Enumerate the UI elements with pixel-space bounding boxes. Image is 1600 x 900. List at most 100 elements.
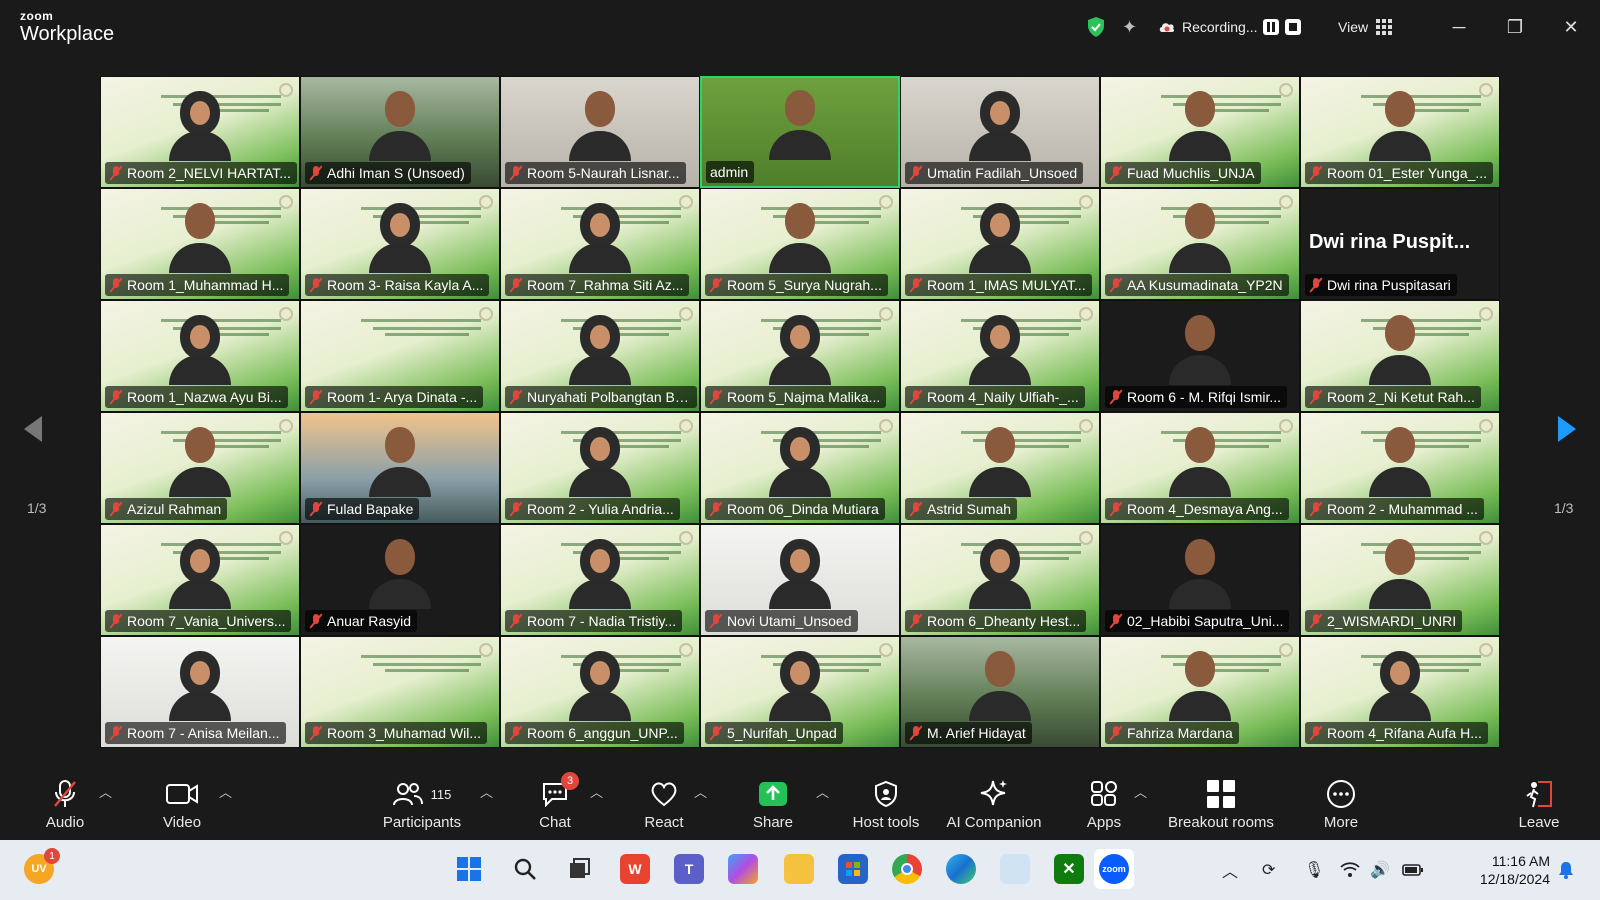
minimize-button[interactable]: ─ [1432,0,1486,54]
sync-icon[interactable]: ⟳ [1262,840,1275,900]
participant-tile[interactable]: Room 6_Dheanty Hest... [900,524,1100,636]
participant-tile[interactable]: Nuryahati Polbangtan Bo... [500,300,700,412]
participant-tile[interactable]: Room 1_IMAS MULYAT... [900,188,1100,300]
view-menu[interactable]: View [1338,0,1393,54]
react-button[interactable]: React [634,768,694,840]
volume-icon[interactable]: 🔊 [1370,840,1390,900]
participant-tile[interactable]: Room 2 - Yulia Andria... [500,412,700,524]
participant-tile[interactable]: Room 7 - Nadia Tristiy... [500,524,700,636]
participant-tile[interactable]: Anuar Rasyid [300,524,500,636]
participant-tile[interactable]: Fuad Muchlis_UNJA [1100,76,1300,188]
ai-companion-button[interactable]: AI Companion [942,768,1046,840]
windows-start-icon[interactable] [454,854,484,884]
weather-widget-icon[interactable]: UV 1 [24,848,60,884]
participant-tile[interactable]: Umatin Fadilah_Unsoed [900,76,1100,188]
participants-button[interactable]: 115 Participants [366,768,478,840]
participant-tile[interactable]: Room 5-Naurah Lisnar... [500,76,700,188]
participant-tile[interactable]: Room 2 - Muhammad ... [1300,412,1500,524]
participant-tile[interactable]: M. Arief Hidayat [900,636,1100,748]
participant-tile[interactable]: Room 01_Ester Yunga_... [1300,76,1500,188]
participant-tile[interactable]: 5_Nurifah_Unpad [700,636,900,748]
next-page-arrow-icon[interactable] [1556,414,1578,444]
chat-button[interactable]: 3 Chat [530,768,580,840]
participant-tile[interactable]: Fahriza Mardana [1100,636,1300,748]
participant-tile[interactable]: Room 4_Desmaya Ang... [1100,412,1300,524]
stop-recording-button[interactable] [1285,19,1302,35]
participant-name: M. Arief Hidayat [927,725,1026,741]
participant-name: Room 5_Najma Malika... [727,389,881,405]
participant-tile[interactable]: Room 6_anggun_UNP... [500,636,700,748]
participant-tile[interactable]: Room 7_Vania_Univers... [100,524,300,636]
participant-tile[interactable]: AA Kusumadinata_YP2N [1100,188,1300,300]
participant-tile[interactable]: Room 5_Najma Malika... [700,300,900,412]
file-explorer-icon[interactable] [784,854,814,884]
participant-tile[interactable]: Room 2_Ni Ketut Rah... [1300,300,1500,412]
task-view-icon[interactable] [564,854,594,884]
copilot-icon[interactable] [728,854,758,884]
recording-indicator[interactable]: Recording... [1158,0,1302,54]
audio-button[interactable]: Audio [38,768,92,840]
photos-app-icon[interactable] [1000,854,1030,884]
apps-options-caret-icon[interactable]: ︿ [1134,782,1147,801]
participant-tile[interactable]: Azizul Rahman [100,412,300,524]
chrome-icon[interactable] [892,854,922,884]
chat-options-caret-icon[interactable]: ︿ [590,782,603,801]
teams-icon[interactable]: T [674,854,704,884]
participant-tile[interactable]: admin [700,76,900,188]
breakout-rooms-button[interactable]: Breakout rooms [1162,768,1280,840]
share-button[interactable]: Share [748,768,798,840]
participant-tile[interactable]: Dwi rina Puspit... Dwi rina Puspitasari [1300,188,1500,300]
video-button[interactable]: Video [152,768,212,840]
participant-tile[interactable]: Room 3_Muhamad Wil... [300,636,500,748]
participant-tile[interactable]: Room 5_Surya Nugrah... [700,188,900,300]
participant-tile[interactable]: Room 1- Arya Dinata -... [300,300,500,412]
participant-tile[interactable]: Room 06_Dinda Mutiara [700,412,900,524]
pause-recording-button[interactable] [1263,19,1280,35]
system-clock[interactable]: 11:16 AM 12/18/2024 [1464,852,1550,888]
react-options-caret-icon[interactable]: ︿ [694,782,707,801]
participant-tile[interactable]: Fulad Bapake [300,412,500,524]
restore-button[interactable]: ❐ [1488,0,1542,54]
close-button[interactable]: ✕ [1544,0,1598,54]
host-tools-button[interactable]: Host tools [846,768,926,840]
ai-sparkle-icon[interactable]: ✦ [1122,0,1144,54]
wifi-icon[interactable] [1340,840,1360,900]
zoom-taskbar-icon[interactable]: zoom [1094,849,1134,889]
participant-tile[interactable]: Room 6 - M. Rifqi Ismir... [1100,300,1300,412]
participant-tile[interactable]: Adhi Iman S (Unsoed) [300,76,500,188]
participant-tile[interactable]: 02_Habibi Saputra_Uni... [1100,524,1300,636]
participant-tile[interactable]: Room 2_NELVI HARTAT... [100,76,300,188]
more-button[interactable]: More [1316,768,1366,840]
xbox-icon[interactable]: ✕ [1054,854,1084,884]
participant-name: Room 1_Muhammad H... [127,277,284,293]
encryption-shield-icon[interactable] [1086,0,1108,54]
participant-tile[interactable]: Room 1_Muhammad H... [100,188,300,300]
participant-tile[interactable]: Room 7_Rahma Siti Az... [500,188,700,300]
host-tools-label: Host tools [852,814,920,831]
audio-options-caret-icon[interactable]: ︿ [99,782,112,801]
participant-tile[interactable]: 2_WISMARDI_UNRI [1300,524,1500,636]
video-options-caret-icon[interactable]: ︿ [219,782,232,801]
participant-tile[interactable]: Room 4_Naily Ulfiah-_... [900,300,1100,412]
participant-tile[interactable]: Room 1_Nazwa Ayu Bi... [100,300,300,412]
share-options-caret-icon[interactable]: ︿ [816,782,829,801]
notification-bell-icon[interactable] [1558,840,1574,900]
participant-video [169,201,231,273]
participant-tile[interactable]: Astrid Sumah [900,412,1100,524]
previous-page-arrow-icon[interactable] [22,414,44,444]
wps-office-icon[interactable]: W [620,854,650,884]
participant-tile[interactable]: Novi Utami_Unsoed [700,524,900,636]
battery-icon[interactable] [1402,840,1424,900]
participant-tile[interactable]: Room 4_Rifana Aufa H... [1300,636,1500,748]
participants-options-caret-icon[interactable]: ︿ [480,782,493,801]
microphone-tray-icon[interactable]: 🎙 [1304,840,1324,900]
microsoft-store-icon[interactable] [838,854,868,884]
participant-video [369,201,431,273]
search-icon[interactable] [510,854,540,884]
participant-tile[interactable]: Room 7 - Anisa Meilan... [100,636,300,748]
edge-icon[interactable] [946,854,976,884]
leave-button[interactable]: Leave [1514,768,1564,840]
tray-overflow-chevron-icon[interactable]: ︿ [1222,840,1238,900]
participant-tile[interactable]: Room 3- Raisa Kayla A... [300,188,500,300]
apps-button[interactable]: Apps [1080,768,1128,840]
